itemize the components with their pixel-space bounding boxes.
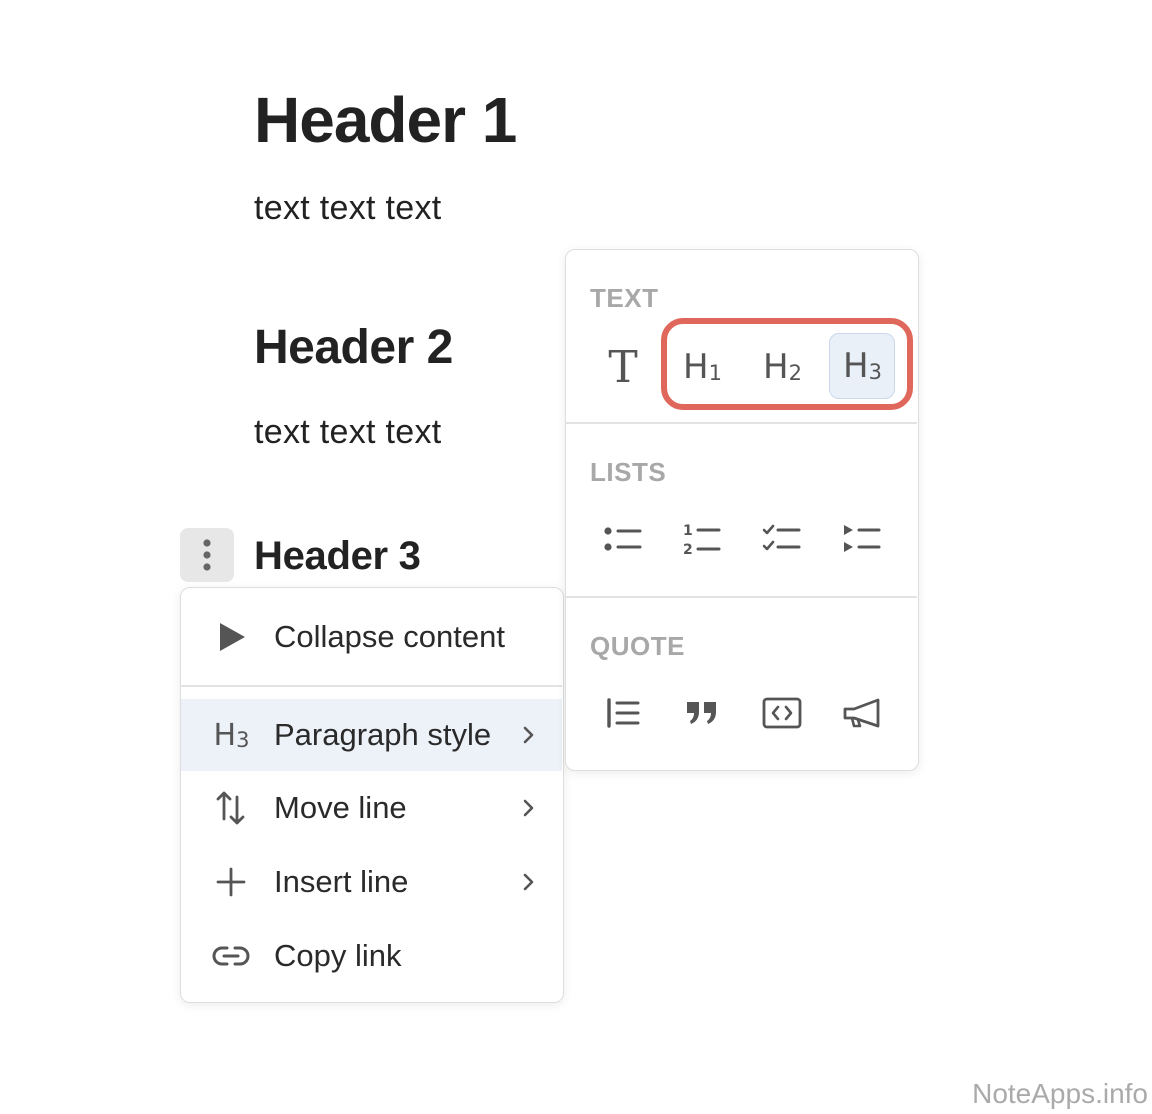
plain-text-button[interactable]: T xyxy=(590,334,656,400)
paragraph-2[interactable]: text text text xyxy=(254,410,442,454)
more-vertical-icon xyxy=(203,539,211,571)
quotation-marks-icon xyxy=(687,702,716,724)
section-title-lists: LISTS xyxy=(590,457,667,487)
block-context-menu: Collapse content H3 Paragraph style Move… xyxy=(180,587,564,1003)
chevron-right-icon xyxy=(518,797,540,819)
code-block-button[interactable] xyxy=(749,680,815,746)
move-arrows-icon xyxy=(209,786,253,830)
svg-text:1: 1 xyxy=(683,523,693,539)
menu-item-collapse-content[interactable]: Collapse content xyxy=(181,601,562,673)
popover-divider xyxy=(566,422,917,424)
menu-item-paragraph-style[interactable]: H3 Paragraph style xyxy=(181,699,562,771)
header-1-heading[interactable]: Header 1 xyxy=(254,80,517,160)
h1-icon: H1 xyxy=(683,347,722,387)
menu-item-label: Move line xyxy=(274,790,407,825)
h3-icon: H3 xyxy=(213,717,250,753)
text-t-icon: T xyxy=(608,341,638,393)
chevron-right-icon xyxy=(518,724,540,746)
menu-item-label: Collapse content xyxy=(274,619,505,654)
callout-button[interactable] xyxy=(829,680,895,746)
numbered-list-button[interactable]: 1 2 xyxy=(669,506,735,572)
pull-quote-button[interactable] xyxy=(669,680,735,746)
menu-item-insert-line[interactable]: Insert line xyxy=(181,846,562,918)
menu-item-move-line[interactable]: Move line xyxy=(181,772,562,844)
heading-3-button[interactable]: H3 xyxy=(829,333,895,399)
play-triangle-icon xyxy=(209,615,253,659)
menu-item-label: Insert line xyxy=(274,864,409,899)
menu-item-label: Paragraph style xyxy=(274,717,492,752)
code-icon xyxy=(762,697,802,729)
bullet-list-icon xyxy=(604,527,642,551)
bulleted-list-button[interactable] xyxy=(590,506,656,572)
chevron-right-icon xyxy=(518,871,540,893)
menu-item-copy-link[interactable]: Copy link xyxy=(181,920,562,992)
svg-text:2: 2 xyxy=(683,542,693,556)
heading-1-button[interactable]: H1 xyxy=(669,334,735,400)
header-2-heading[interactable]: Header 2 xyxy=(254,318,453,378)
watermark: NoteApps.info xyxy=(972,1078,1148,1109)
toggle-list-icon xyxy=(844,525,881,552)
menu-divider xyxy=(181,685,562,687)
block-handle-button[interactable] xyxy=(180,528,234,582)
link-icon xyxy=(209,934,253,978)
numbered-list-icon: 1 2 xyxy=(683,523,721,556)
section-title-text: TEXT xyxy=(590,283,659,313)
heading-2-button[interactable]: H2 xyxy=(749,334,815,400)
popover-divider xyxy=(566,596,917,598)
menu-item-label: Copy link xyxy=(274,938,402,973)
paragraph-1[interactable]: text text text xyxy=(254,186,442,230)
header-3-heading[interactable]: Header 3 xyxy=(254,532,421,580)
toggle-list-button[interactable] xyxy=(829,506,895,572)
checklist-icon xyxy=(762,524,801,551)
block-quote-icon xyxy=(607,698,640,728)
h2-icon: H2 xyxy=(763,347,802,387)
section-title-quote: QUOTE xyxy=(590,631,685,661)
checklist-button[interactable] xyxy=(749,506,815,572)
h3-icon: H3 xyxy=(843,346,882,386)
block-quote-button[interactable] xyxy=(590,680,656,746)
plus-icon xyxy=(209,860,253,904)
paragraph-style-popover: TEXT T H1 H2 H3 LISTS 1 2 QUOTE xyxy=(565,249,919,771)
megaphone-icon xyxy=(843,698,880,728)
